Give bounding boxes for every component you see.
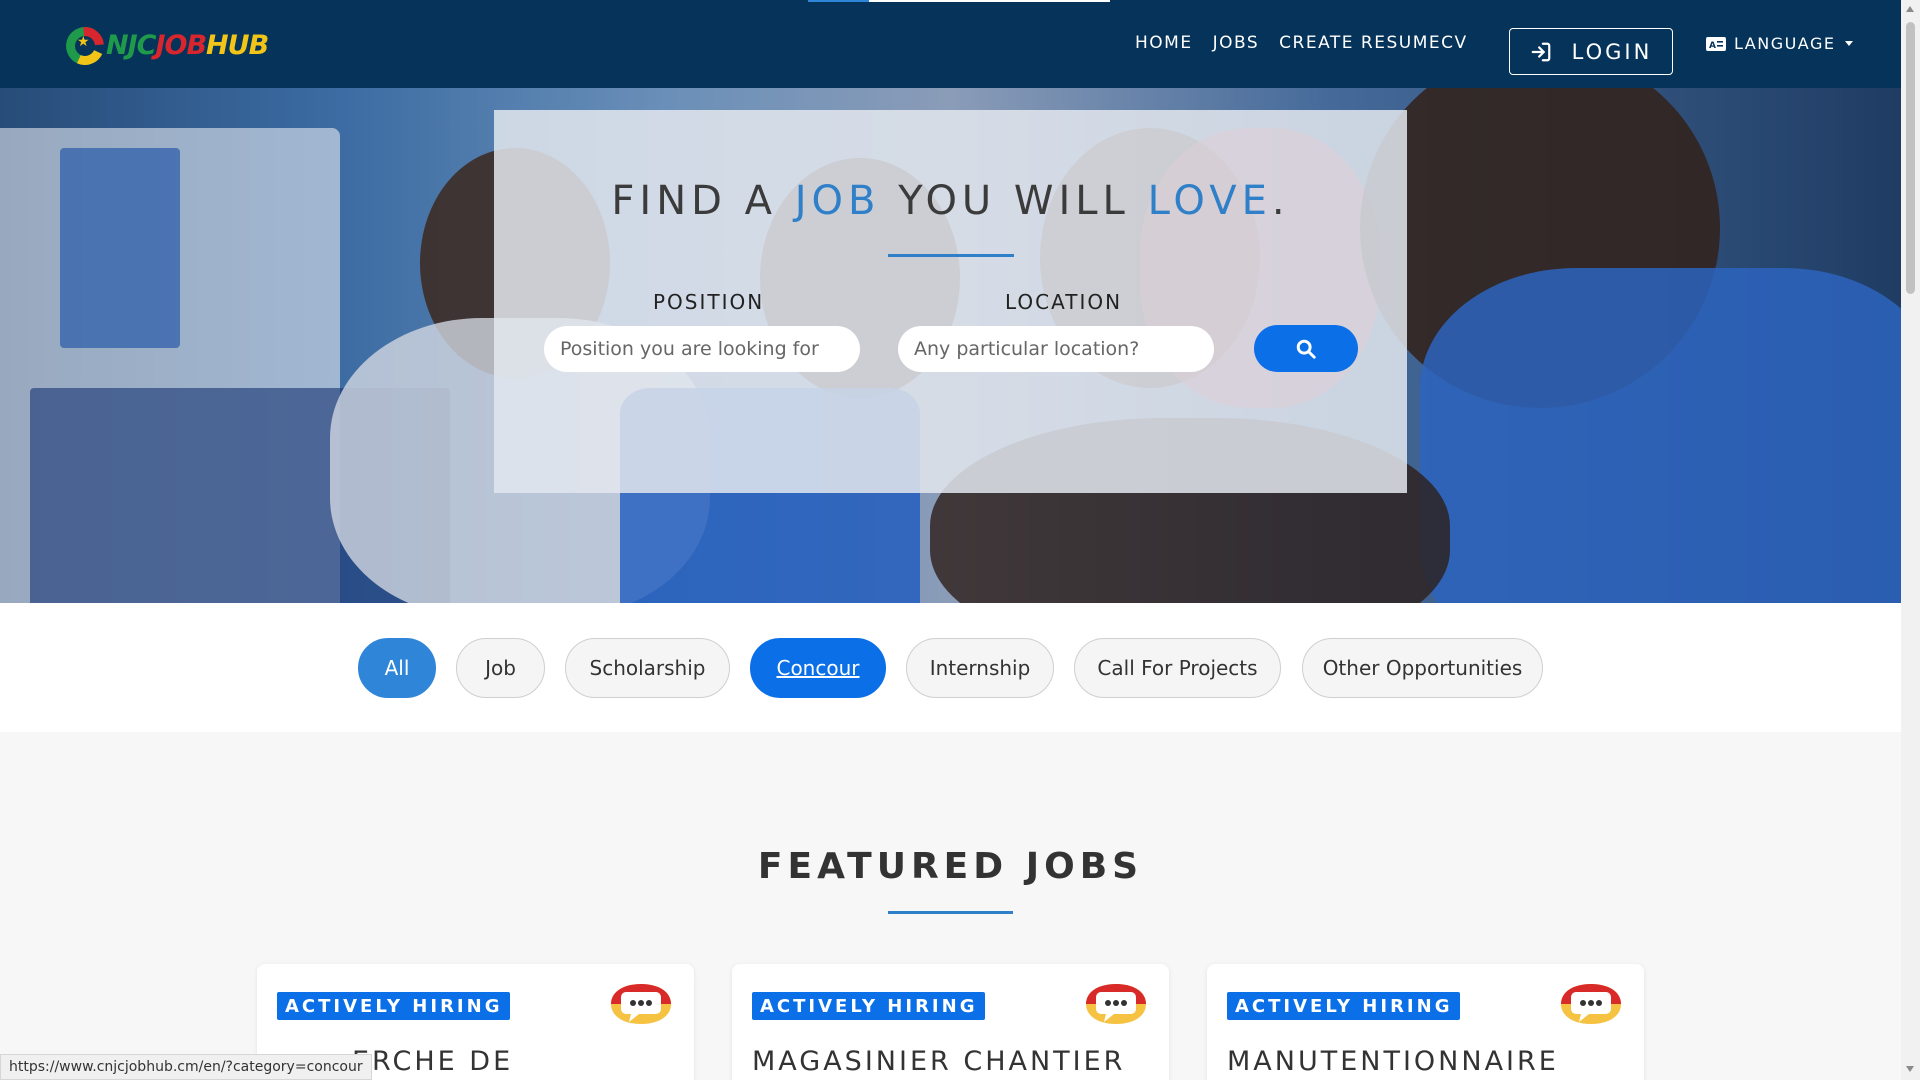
hero-title-part3: . bbox=[1271, 178, 1290, 224]
top-navbar: ★ NJCJOBHUB HOME JOBS CREATE RESUMECV LO… bbox=[0, 0, 1901, 88]
hero-title-part1: FIND A bbox=[611, 178, 795, 224]
actively-hiring-badge: ACTIVELY HIRING bbox=[752, 992, 986, 1020]
logo-mark-icon: ★ bbox=[58, 19, 112, 73]
hero-title: FIND A JOB YOU WILL LOVE. bbox=[494, 178, 1407, 224]
category-pill-job[interactable]: Job bbox=[456, 638, 545, 698]
category-pill-other-opportunities[interactable]: Other Opportunities bbox=[1302, 638, 1543, 698]
language-icon: A bbox=[1706, 36, 1726, 51]
search-button[interactable] bbox=[1254, 325, 1358, 372]
chat-bubble-icon bbox=[1086, 984, 1146, 1024]
login-label: LOGIN bbox=[1571, 39, 1653, 64]
category-pill-scholarship[interactable]: Scholarship bbox=[565, 638, 730, 698]
language-label: LANGUAGE bbox=[1734, 34, 1836, 53]
vertical-scrollbar[interactable] bbox=[1901, 0, 1920, 1080]
actively-hiring-badge: ACTIVELY HIRING bbox=[277, 992, 511, 1020]
location-input[interactable] bbox=[898, 326, 1214, 372]
login-button[interactable]: LOGIN bbox=[1509, 28, 1673, 75]
category-pill-call-for-projects[interactable]: Call For Projects bbox=[1074, 638, 1281, 698]
job-card[interactable]: ACTIVELY HIRING MAGASINIER CHANTIER bbox=[732, 964, 1169, 1080]
job-card[interactable]: ACTIVELY HIRING MANUTENTIONNAIRE bbox=[1207, 964, 1644, 1080]
search-icon bbox=[1296, 339, 1316, 359]
logo-text-njc: NJC bbox=[106, 29, 156, 61]
hero-title-part2: YOU WILL bbox=[880, 178, 1148, 224]
logo-text-hub: HUB bbox=[206, 29, 269, 61]
scroll-up-arrow-icon[interactable] bbox=[1906, 6, 1914, 12]
job-card-title[interactable]: MAGASINIER CHANTIER bbox=[752, 1046, 1125, 1077]
nav-link-home[interactable]: HOME bbox=[1135, 33, 1193, 53]
page-loading-bar bbox=[808, 0, 1110, 2]
job-card-title[interactable]: MANUTENTIONNAIRE bbox=[1227, 1046, 1559, 1077]
position-input[interactable] bbox=[544, 326, 860, 372]
job-card-title[interactable]: ERCHE DE bbox=[352, 1046, 513, 1077]
chat-bubble-icon bbox=[1561, 984, 1621, 1024]
nav-link-create-resumecv[interactable]: CREATE RESUMECV bbox=[1279, 33, 1467, 53]
site-logo[interactable]: ★ NJCJOBHUB bbox=[58, 19, 269, 73]
featured-jobs-title: FEATURED JOBS bbox=[757, 846, 1144, 887]
nav-links: HOME JOBS CREATE RESUMECV bbox=[1135, 33, 1488, 53]
position-label: POSITION bbox=[653, 290, 765, 314]
category-filter-bar: All Job Scholarship Concour Internship C… bbox=[0, 603, 1901, 732]
category-pill-concour[interactable]: Concour bbox=[750, 638, 886, 698]
chevron-down-icon bbox=[1845, 41, 1854, 46]
logo-text-job: JOB bbox=[155, 29, 207, 61]
scroll-down-arrow-icon[interactable] bbox=[1906, 1066, 1914, 1072]
featured-jobs-underline bbox=[888, 911, 1013, 914]
nav-link-jobs[interactable]: JOBS bbox=[1213, 33, 1260, 53]
chat-bubble-icon bbox=[611, 984, 671, 1024]
hero-title-highlight-love: LOVE bbox=[1147, 178, 1272, 224]
svg-text:A: A bbox=[1709, 41, 1717, 51]
actively-hiring-badge: ACTIVELY HIRING bbox=[1227, 992, 1461, 1020]
category-pill-all[interactable]: All bbox=[358, 638, 436, 698]
location-label: LOCATION bbox=[1005, 290, 1123, 314]
language-dropdown[interactable]: A LANGUAGE bbox=[1706, 34, 1854, 53]
scrollbar-thumb[interactable] bbox=[1906, 22, 1915, 294]
search-panel: FIND A JOB YOU WILL LOVE. POSITION LOCAT… bbox=[494, 110, 1407, 493]
status-bar-url: https://www.cnjcjobhub.cm/en/?category=c… bbox=[0, 1054, 372, 1080]
category-pill-internship[interactable]: Internship bbox=[906, 638, 1054, 698]
hero-section: FIND A JOB YOU WILL LOVE. POSITION LOCAT… bbox=[0, 88, 1901, 603]
sign-in-icon bbox=[1531, 42, 1551, 61]
hero-title-highlight-job: JOB bbox=[794, 178, 881, 224]
hero-title-underline bbox=[888, 254, 1014, 257]
logo-text: NJCJOBHUB bbox=[106, 29, 269, 61]
